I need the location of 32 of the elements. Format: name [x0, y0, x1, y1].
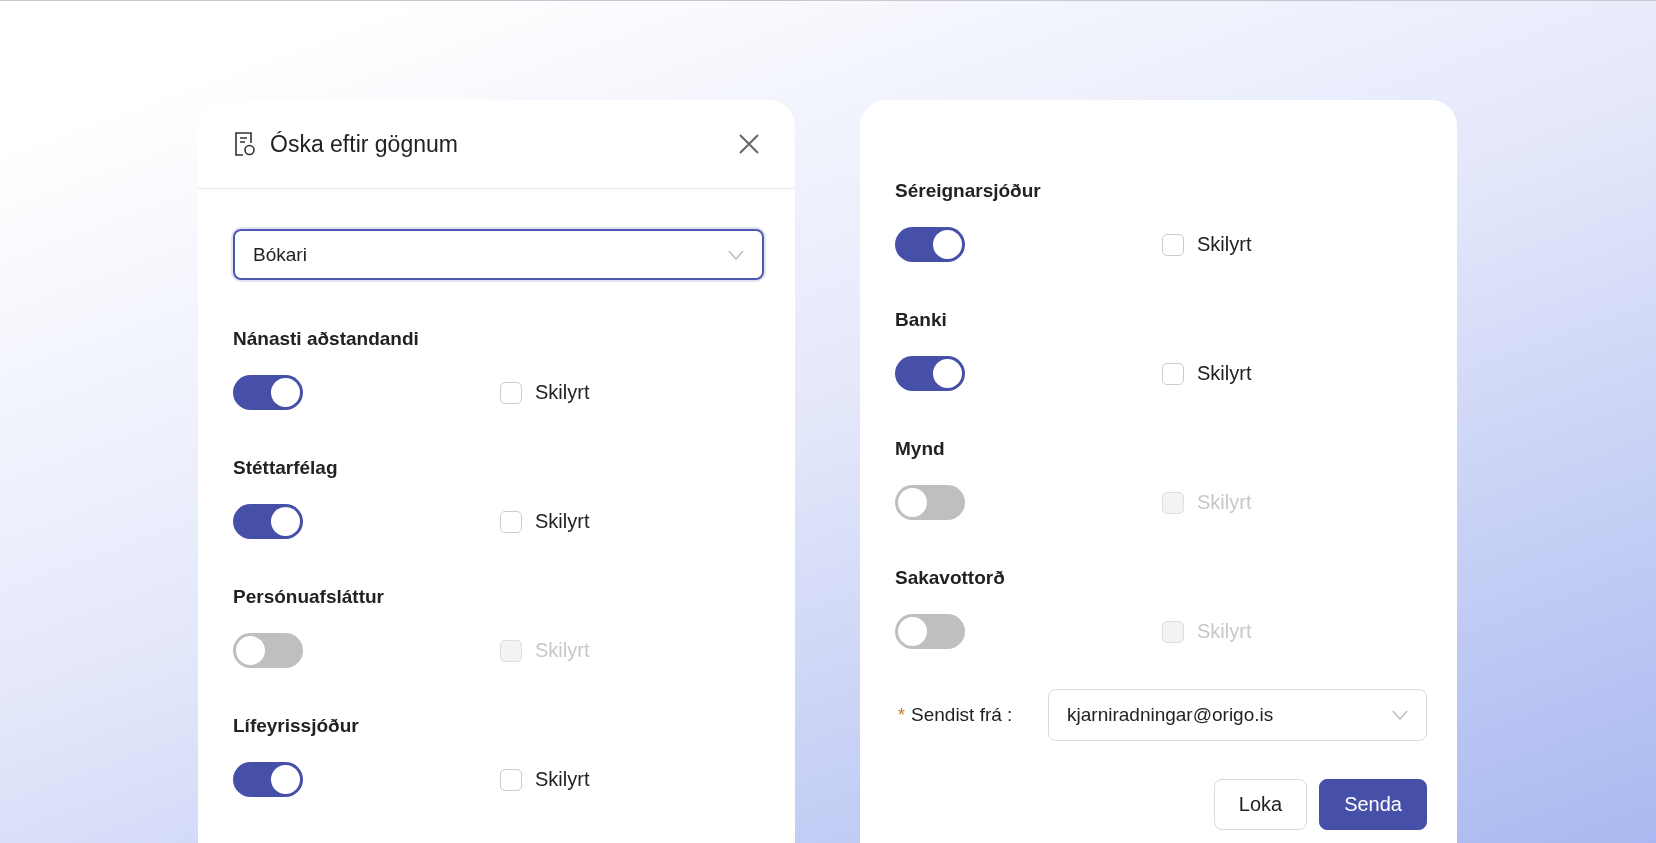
chevron-down-icon	[728, 249, 744, 260]
toggle-switch[interactable]	[233, 762, 303, 797]
skilyrt-checkbox[interactable]: Skilyrt	[500, 381, 590, 404]
section-label: Lífeyrissjóður	[233, 714, 360, 738]
section-label: Persónuafsláttur	[233, 585, 385, 609]
sender-label: Sendist frá :	[911, 704, 1014, 726]
close-button[interactable]: Loka	[1213, 779, 1308, 830]
chevron-down-icon	[1392, 710, 1408, 720]
toggle-switch[interactable]	[233, 633, 303, 668]
toggle-switch[interactable]	[895, 614, 965, 649]
toggle-switch[interactable]	[233, 375, 303, 410]
section-label: Sakavottorð	[895, 566, 1006, 590]
skilyrt-checkbox[interactable]: Skilyrt	[500, 768, 590, 791]
toggle-switch[interactable]	[895, 485, 965, 520]
toggle-switch[interactable]	[895, 356, 965, 391]
section-label: Nánasti aðstandandi	[233, 327, 420, 351]
close-icon[interactable]	[738, 133, 760, 155]
toggle-switch[interactable]	[233, 504, 303, 539]
required-mark: *	[898, 704, 905, 726]
skilyrt-checkbox[interactable]: Skilyrt	[1162, 233, 1252, 256]
toggle-switch[interactable]	[895, 227, 965, 262]
dialog-title: Óska eftir gögnum	[270, 130, 459, 158]
section-label: Stéttarfélag	[233, 456, 339, 480]
role-select[interactable]: Bókari	[233, 229, 764, 280]
section-label: Mynd	[895, 437, 946, 461]
send-button[interactable]: Senda	[1319, 779, 1427, 830]
section-label: Séreignarsjóður	[895, 179, 1042, 203]
skilyrt-checkbox[interactable]: Skilyrt	[500, 510, 590, 533]
section-label: Banki	[895, 308, 948, 332]
sender-select[interactable]: kjarniradningar@origo.is	[1048, 689, 1427, 741]
document-icon	[233, 131, 257, 157]
skilyrt-checkbox[interactable]: Skilyrt	[1162, 362, 1252, 385]
